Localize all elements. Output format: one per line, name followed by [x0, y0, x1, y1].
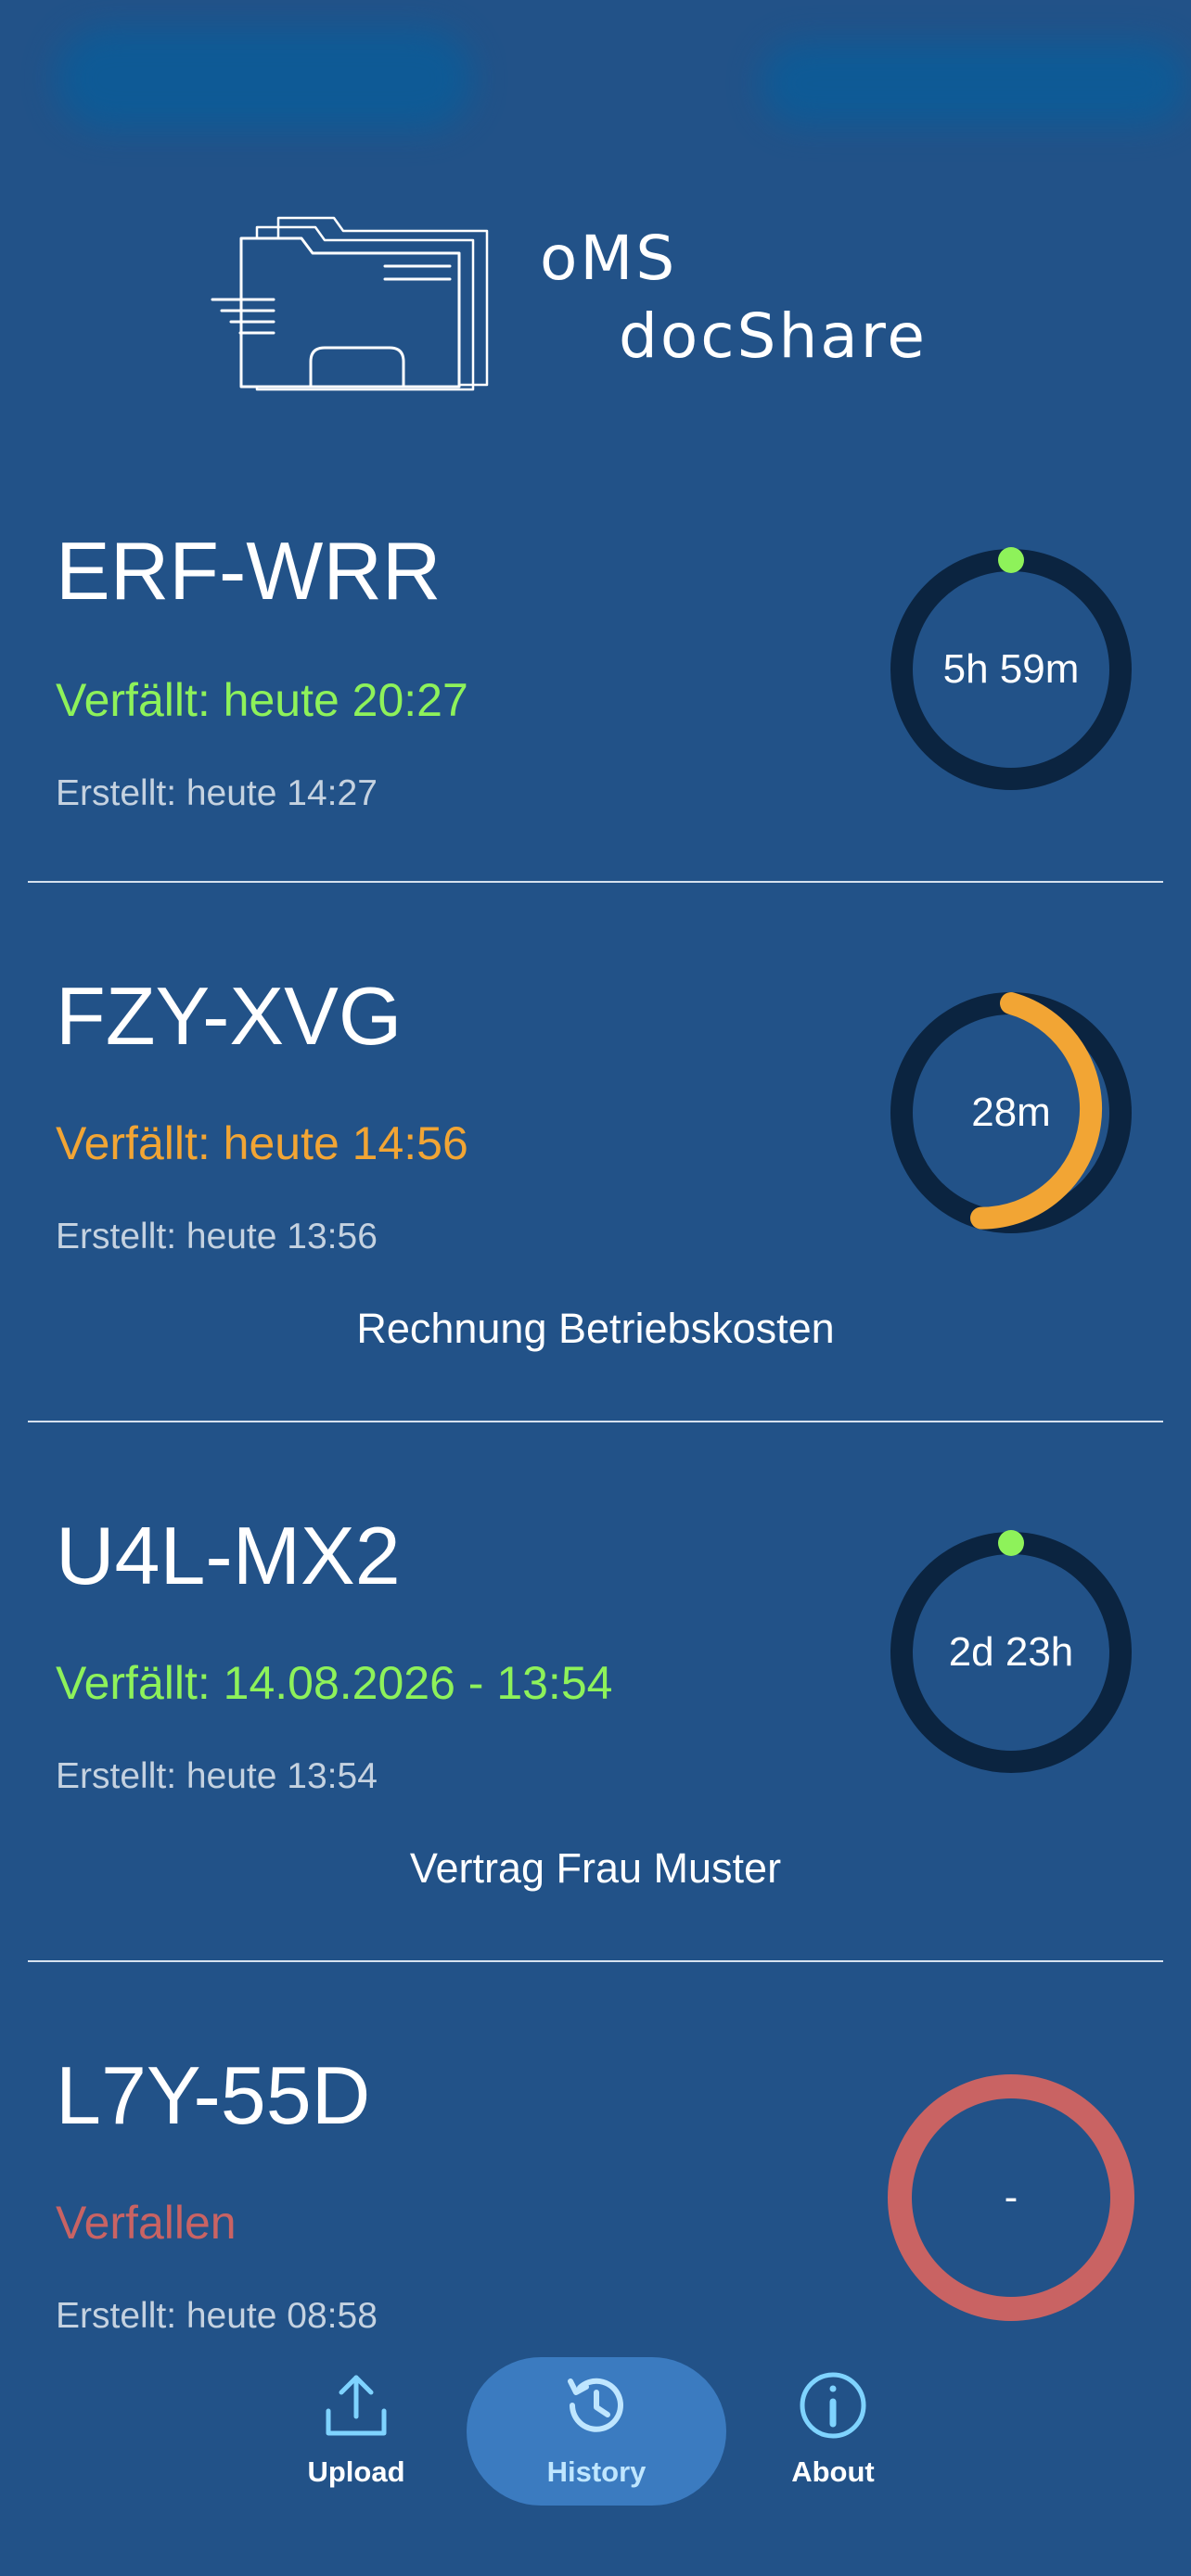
share-code: L7Y-55D: [56, 2049, 371, 2141]
history-icon: [568, 2378, 623, 2432]
history-item[interactable]: U4L-MX2 Verfällt: 14.08.2026 - 13:54 Ers…: [0, 1422, 1191, 1960]
app-screen: oMS docShare ERF-WRR Verfällt: heute 20:…: [0, 0, 1191, 2576]
brand-name-line2: docShare: [619, 300, 928, 372]
remaining-time: 5h 59m: [942, 646, 1080, 692]
history-item[interactable]: L7Y-55D Verfallen Erstellt: heute 08:58 …: [0, 1962, 1191, 2337]
countdown-ring: -: [881, 2068, 1141, 2327]
tab-label: Upload: [307, 2455, 405, 2488]
tab-label: History: [546, 2455, 647, 2488]
tab-upload[interactable]: Upload: [226, 2357, 486, 2506]
brand-name-line1: oMS: [540, 223, 678, 294]
folder-upload-icon: [211, 216, 489, 391]
remaining-time: 28m: [971, 1090, 1051, 1135]
share-code: U4L-MX2: [56, 1510, 401, 1601]
countdown-ring: 5h 59m: [881, 540, 1141, 799]
history-list[interactable]: ERF-WRR Verfällt: heute 20:27 Erstellt: …: [0, 482, 1191, 2337]
expiry-text: Verfällt: 14.08.2026 - 13:54: [56, 1657, 613, 1709]
tab-label: About: [791, 2455, 875, 2488]
created-text: Erstellt: heute 14:27: [56, 773, 378, 813]
created-text: Erstellt: heute 08:58: [56, 2296, 378, 2336]
info-icon: [800, 2372, 866, 2439]
created-text: Erstellt: heute 13:56: [56, 1217, 378, 1256]
countdown-ring: 2d 23h: [881, 1523, 1141, 1782]
share-code: ERF-WRR: [56, 525, 442, 617]
tab-history[interactable]: History: [467, 2357, 726, 2506]
history-item[interactable]: ERF-WRR Verfällt: heute 20:27 Erstellt: …: [0, 482, 1191, 881]
tab-bar: Upload History About: [0, 2337, 1191, 2576]
document-description: Rechnung Betriebskosten: [356, 1305, 835, 1352]
expiry-text: Verfällt: heute 14:56: [56, 1117, 468, 1169]
remaining-time: -: [1004, 2174, 1018, 2220]
created-text: Erstellt: heute 13:54: [56, 1756, 378, 1796]
document-description: Vertrag Frau Muster: [409, 1844, 782, 1892]
countdown-ring: 28m: [881, 983, 1141, 1243]
share-code: FZY-XVG: [56, 970, 403, 1062]
history-item[interactable]: FZY-XVG Verfällt: heute 14:56 Erstellt: …: [0, 883, 1191, 1421]
remaining-time: 2d 23h: [948, 1629, 1074, 1675]
tab-about[interactable]: About: [703, 2357, 963, 2506]
status-bar-right-blurred: [761, 42, 1187, 125]
expiry-text: Verfallen: [56, 2197, 237, 2249]
expiry-text: Verfällt: heute 20:27: [56, 674, 468, 726]
upload-icon: [326, 2375, 387, 2436]
status-bar-left-blurred: [56, 28, 473, 130]
